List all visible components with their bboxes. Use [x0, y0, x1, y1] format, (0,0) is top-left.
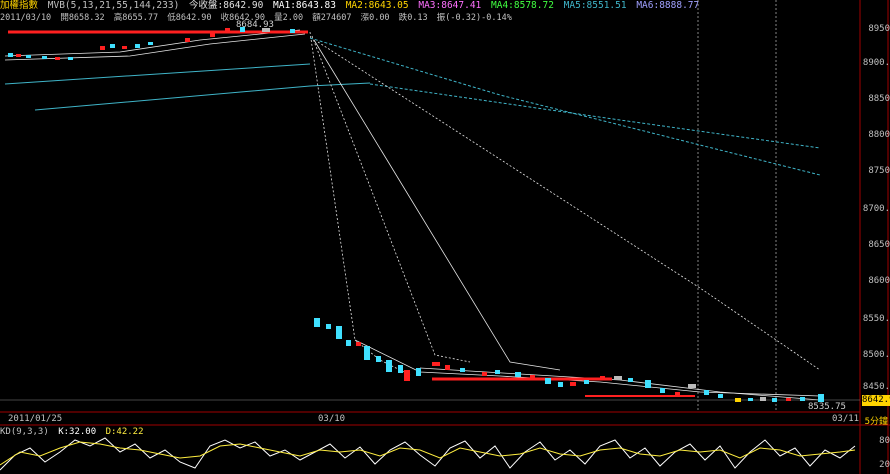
current-price-tag: 8642.9: [862, 395, 890, 406]
candles-right: [314, 318, 824, 402]
date-label-mid: 03/10: [318, 414, 346, 424]
kd-axis-top: 80: [879, 436, 890, 446]
price-tick-5: 8700.: [862, 204, 890, 214]
kd-k-line: [0, 437, 856, 471]
price-tick-0: 8950: [868, 24, 890, 34]
price-tick-8: 8550.: [862, 314, 890, 324]
kd-axis-bottom: 20: [879, 460, 890, 470]
price-tick-10: 8450.: [862, 382, 890, 392]
ma-short-3: [313, 39, 561, 371]
period-label[interactable]: 5分鐘: [865, 414, 888, 427]
ma-long-right-2: [369, 83, 821, 149]
low-marker-label: 8535.75: [808, 402, 846, 412]
high-marker-label: 8684.93: [236, 20, 274, 30]
kd-k-value: K:32.00: [58, 427, 97, 437]
price-tick-1: 8900.: [862, 58, 890, 68]
chart-window[interactable]: 加權指數 MVB(5,13,21,55,144,233) 今收盤:8642.90…: [0, 0, 890, 474]
kd-d-value: D:42.22: [105, 427, 144, 437]
price-tick-7: 8600: [868, 276, 890, 286]
price-tick-6: 8650: [868, 240, 890, 250]
ma-short-4: [317, 41, 821, 371]
candlestick-chart[interactable]: [0, 0, 890, 474]
price-tick-9: 8500.: [862, 350, 890, 360]
kd-label: KD(9,3,3): [0, 427, 49, 437]
price-tick-4: 8750: [868, 166, 890, 176]
date-label-left: 2011/01/25: [8, 414, 63, 424]
price-tick-3: 8800: [868, 130, 890, 140]
date-label-right: 03/11: [832, 414, 860, 424]
price-tick-2: 8850: [868, 94, 890, 104]
ma-long-left: [4, 63, 311, 85]
kd-header: KD(9,3,3) K:32.00 D:42.22: [0, 427, 148, 438]
kd-d-line: [0, 441, 856, 466]
ma-long-right: [309, 37, 821, 176]
